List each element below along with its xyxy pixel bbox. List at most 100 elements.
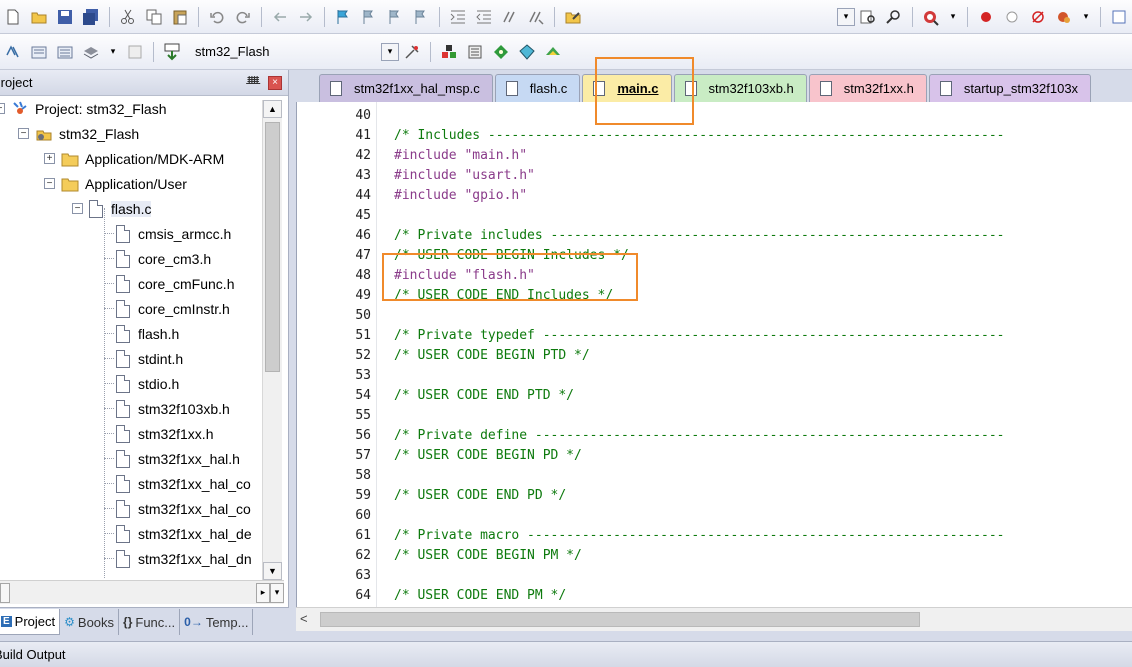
collapse-icon[interactable]: − [18,128,29,139]
download-load-icon[interactable] [161,41,183,63]
batch-dropdown[interactable]: ▾ [104,43,122,61]
stop-build-icon[interactable] [124,41,146,63]
tree-item[interactable]: flash.h [116,321,179,346]
tab-templates[interactable]: 0→ Temp... [180,609,254,635]
tab-books[interactable]: ⚙ Books [60,609,120,635]
editor-tab[interactable]: stm32f1xx_hal_msp.c [319,74,493,102]
cut-icon[interactable] [117,6,139,28]
code-line[interactable]: 63 [297,565,1132,585]
code-line[interactable]: 56 /* Private define --------------------… [297,425,1132,445]
new-file-icon[interactable] [2,6,24,28]
collapse-icon[interactable]: − [72,203,83,214]
copy-icon[interactable] [143,6,165,28]
code-line[interactable]: 47 /* USER CODE BEGIN Includes */ [297,245,1132,265]
tree-item[interactable]: − Application/User [44,171,187,196]
editor-tab[interactable]: main.c [582,74,672,102]
bookmark-icon[interactable] [332,6,354,28]
code-line[interactable]: 62 /* USER CODE BEGIN PM */ [297,545,1132,565]
code-line[interactable]: 46 /* Private includes ------------------… [297,225,1132,245]
code-line[interactable]: 57 /* USER CODE BEGIN PD */ [297,445,1132,465]
tab-functions[interactable]: {} Func... [119,609,181,635]
debug-session-icon[interactable] [920,6,942,28]
navigate-forward-icon[interactable] [295,6,317,28]
scroll-down-arrow-icon[interactable]: ▼ [263,562,282,580]
code-line[interactable]: 41 /* Includes --------------------------… [297,125,1132,145]
editor-tab[interactable]: startup_stm32f103x [928,74,1092,102]
window-icon[interactable] [1108,6,1130,28]
run-time-environment-icon[interactable] [542,41,564,63]
tree-item[interactable]: stm32f1xx.h [116,421,213,446]
project-tree-scrollbar[interactable]: ▲ ▼ [262,100,282,580]
disable-all-breakpoints-icon[interactable] [1027,6,1049,28]
code-line[interactable]: 59 /* USER CODE END PD */ [297,485,1132,505]
tree-item[interactable]: + Application/MDK-ARM [44,146,224,171]
batch-build-icon[interactable] [80,41,102,63]
code-line[interactable]: 40 [297,105,1132,125]
editor-tab[interactable]: stm32f1xx.h [808,74,927,102]
tree-item[interactable]: stm32f1xx_hal_co [116,471,251,496]
redo-icon[interactable] [232,6,254,28]
code-line[interactable]: 61 /* Private macro ---------------------… [297,525,1132,545]
editor-tab[interactable]: stm32f103xb.h [673,74,807,102]
undo-icon[interactable] [206,6,228,28]
collapse-icon[interactable]: − [44,178,55,189]
tree-item[interactable]: stdio.h [116,371,179,396]
uncomment-icon[interactable] [525,6,547,28]
code-line[interactable]: 64 /* USER CODE END PM */ [297,585,1132,605]
disable-breakpoint-icon[interactable] [1001,6,1023,28]
comment-icon[interactable] [499,6,521,28]
scroll-right-icon[interactable]: ▸ [256,582,270,603]
tree-item[interactable]: − flash.c [72,196,152,221]
pin-icon[interactable]: ᚙ [246,76,260,90]
scroll-thumb[interactable] [265,122,280,372]
code-line[interactable]: 45 [297,205,1132,225]
target-dropdown[interactable]: ▾ [381,42,399,61]
save-all-icon[interactable] [80,6,102,28]
tree-item[interactable]: − Project: stm32_Flash [0,96,167,121]
tree-item[interactable]: core_cmInstr.h [116,296,230,321]
tree-item[interactable]: stm32f1xx_hal_dn [116,546,252,571]
editor-hscroll-thumb[interactable] [320,612,920,627]
breakpoint-icon[interactable] [975,6,997,28]
tree-item[interactable]: stdint.h [116,346,183,371]
tree-item[interactable]: stm32f103xb.h [116,396,230,421]
code-line[interactable]: 58 [297,465,1132,485]
scroll-down-icon[interactable]: ▾ [270,582,284,603]
code-line[interactable]: 51 /* Private typedef -------------------… [297,325,1132,345]
code-line[interactable]: 54 /* USER CODE END PTD */ [297,385,1132,405]
incremental-find-icon[interactable] [883,6,905,28]
build-icon[interactable] [28,41,50,63]
tree-item[interactable]: stm32f1xx_hal_co [116,496,251,521]
pack-installer-icon[interactable] [490,41,512,63]
scroll-left-arrow-icon[interactable]: < [300,611,308,626]
scroll-left-arrow-icon[interactable] [0,582,10,603]
kill-all-breakpoints-icon[interactable] [1053,6,1075,28]
close-icon[interactable]: × [268,75,282,90]
paste-icon[interactable] [169,6,191,28]
find-in-files-icon[interactable] [562,6,584,28]
tab-project[interactable]: E Project [0,609,61,635]
code-line[interactable]: 43 #include "usart.h" [297,165,1132,185]
find-icon[interactable] [857,6,879,28]
collapse-icon[interactable]: − [0,103,5,114]
next-bookmark-icon[interactable] [384,6,406,28]
code-line[interactable]: 50 [297,305,1132,325]
code-line[interactable]: 44 #include "gpio.h" [297,185,1132,205]
code-line[interactable]: 55 [297,405,1132,425]
file-extensions-icon[interactable] [464,41,486,63]
select-packs-icon[interactable] [516,41,538,63]
prev-bookmark-icon[interactable] [358,6,380,28]
code-line[interactable]: 48 #include "flash.h" [297,265,1132,285]
rebuild-icon[interactable] [54,41,76,63]
code-line[interactable]: 60 [297,505,1132,525]
tree-item[interactable]: − stm32_Flash [18,121,139,146]
unindent-icon[interactable] [473,6,495,28]
scroll-up-arrow-icon[interactable]: ▲ [263,100,282,118]
code-line[interactable]: 49 /* USER CODE END Includes */ [297,285,1132,305]
clear-bookmarks-icon[interactable] [410,6,432,28]
debug-dropdown[interactable]: ▾ [944,8,962,26]
navigate-back-icon[interactable] [269,6,291,28]
window-dropdown[interactable]: ▾ [1077,8,1095,26]
find-dropdown[interactable]: ▾ [837,7,855,26]
target-select[interactable]: stm32_Flash [191,40,381,64]
